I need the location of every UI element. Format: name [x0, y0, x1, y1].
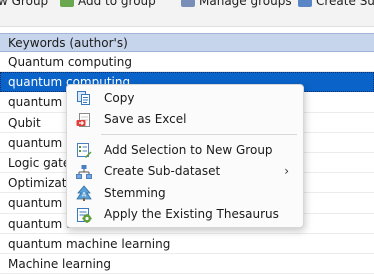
manage-groups-icon: [181, 0, 195, 7]
table-row[interactable]: quantum machine learning: [0, 234, 374, 254]
new-group-label: w Group: [0, 0, 49, 8]
create-sub-icon: [298, 0, 312, 7]
new-group-button[interactable]: w Group: [0, 0, 48, 11]
manage-groups-button[interactable]: Manage groups: [181, 0, 292, 11]
context-menu: Copy Save as Excel Add Selection to New …: [66, 84, 304, 228]
sub-dataset-icon: [76, 164, 92, 180]
add-to-group-button[interactable]: Add to group: [60, 0, 156, 11]
menu-item-add-selection-to-new-group[interactable]: Add Selection to New Group: [67, 139, 303, 161]
thesaurus-icon: [76, 207, 92, 223]
menu-item-create-sub-dataset-label: Create Sub-dataset: [104, 164, 221, 179]
add-to-group-label: Add to group: [78, 0, 156, 8]
menu-item-save-as-excel-label: Save as Excel: [104, 112, 187, 127]
add-to-group-icon: [60, 0, 74, 7]
copy-icon: [76, 90, 92, 106]
toolbar: w Group Add to group Manage groups Creat…: [0, 0, 374, 27]
excel-icon: [76, 112, 92, 128]
menu-item-create-sub-dataset[interactable]: Create Sub-dataset ›: [67, 161, 303, 183]
menu-item-stemming[interactable]: A Stemming: [67, 182, 303, 204]
menu-item-apply-thesaurus-label: Apply the Existing Thesaurus: [104, 207, 279, 222]
menu-item-save-as-excel[interactable]: Save as Excel: [67, 109, 303, 131]
menu-item-copy-label: Copy: [104, 90, 135, 105]
table-row[interactable]: Machine learning: [0, 254, 374, 274]
create-sub-label: Create Su: [316, 0, 374, 8]
menu-item-copy[interactable]: Copy: [67, 87, 303, 109]
keywords-column-header[interactable]: Keywords (author's): [0, 33, 374, 52]
add-selection-icon: [76, 142, 92, 158]
menu-item-stemming-label: Stemming: [104, 185, 166, 200]
table-row[interactable]: Quantum computing: [0, 52, 374, 73]
menu-item-add-selection-label: Add Selection to New Group: [104, 142, 273, 157]
create-sub-button[interactable]: Create Su: [298, 0, 374, 11]
stemming-icon: A: [76, 185, 92, 201]
keywords-column-header-label: Keywords (author's): [8, 35, 128, 50]
chevron-right-icon: ›: [284, 163, 289, 178]
menu-item-apply-thesaurus[interactable]: Apply the Existing Thesaurus: [67, 204, 303, 226]
manage-groups-label: Manage groups: [199, 0, 292, 8]
menu-separator: [101, 134, 297, 135]
